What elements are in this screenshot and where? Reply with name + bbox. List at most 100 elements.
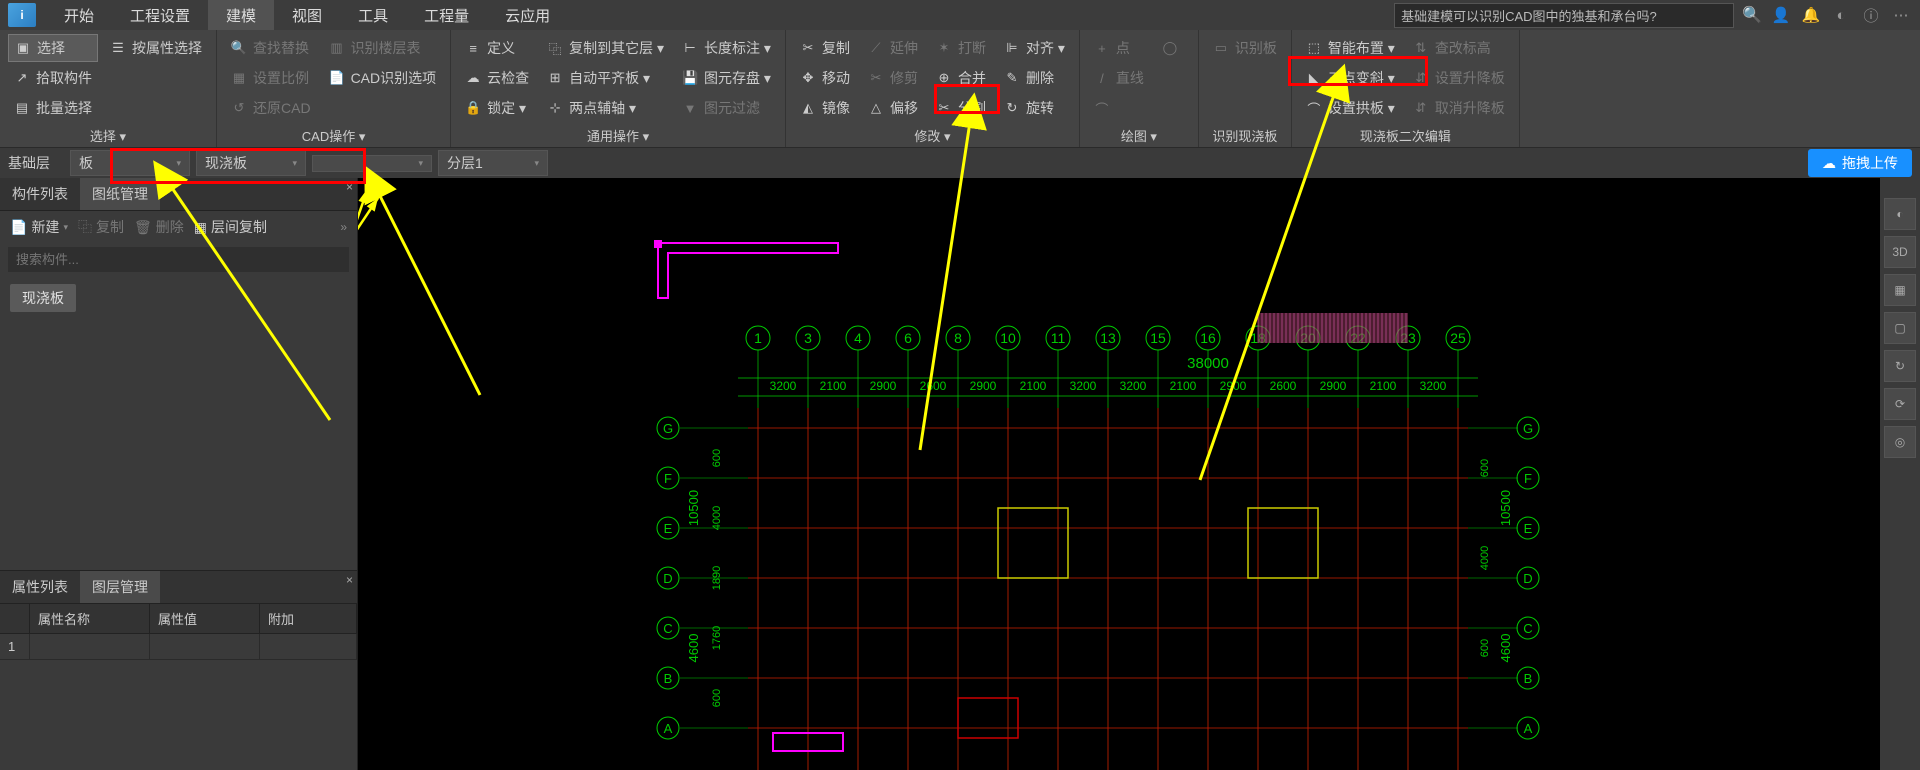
bell-icon[interactable]: 🔔	[1800, 4, 1822, 26]
ribbon-group-label[interactable]: CAD操作 ▾	[225, 124, 442, 145]
ribbon-group-label[interactable]: 通用操作 ▾	[459, 124, 777, 145]
tab-layer-mgmt[interactable]: 图层管理	[80, 571, 160, 603]
ribbon-取消升降板[interactable]: ⇵取消升降板	[1407, 94, 1511, 122]
combo-component[interactable]	[312, 155, 432, 172]
top-menubar: i 开始 工程设置 建模 视图 工具 工程量 云应用 基础建模可以识别CAD图中…	[0, 0, 1920, 30]
ribbon-直线[interactable]: /直线	[1088, 64, 1150, 92]
ribbon-锁定 ▾[interactable]: 🔒锁定 ▾	[459, 94, 535, 122]
ribbon-图元存盘 ▾[interactable]: 💾图元存盘 ▾	[676, 64, 777, 92]
ribbon-group-label[interactable]: 修改 ▾	[794, 124, 1071, 145]
ribbon-分割[interactable]: ✂分割	[930, 94, 992, 122]
ribbon-定义[interactable]: ≡定义	[459, 34, 535, 62]
menu-view[interactable]: 视图	[274, 0, 340, 30]
ribbon-复制到其它层 ▾[interactable]: ⿻复制到其它层 ▾	[541, 34, 670, 62]
svg-text:G: G	[1523, 421, 1533, 436]
ribbon-icon: ⌒	[1306, 100, 1322, 116]
property-row[interactable]: 1	[0, 634, 357, 660]
menu-modeling[interactable]: 建模	[208, 0, 274, 30]
ribbon-智能布置 ▾[interactable]: ⬚智能布置 ▾	[1300, 34, 1401, 62]
view-target-icon[interactable]: ◎	[1884, 426, 1916, 458]
view-rotate-ccw-icon[interactable]: ⟳	[1884, 388, 1916, 420]
combo-subcategory[interactable]: 现浇板	[196, 150, 306, 176]
svg-text:600: 600	[711, 449, 723, 467]
ribbon-批量选择[interactable]: ▤批量选择	[8, 94, 98, 122]
menu-tools[interactable]: 工具	[340, 0, 406, 30]
skin-icon[interactable]: ◐	[1830, 4, 1852, 26]
ribbon-icon: 🔍	[231, 40, 247, 56]
ribbon-旋转[interactable]: ↻旋转	[998, 94, 1071, 122]
component-item[interactable]: 现浇板	[10, 284, 76, 312]
ribbon-识别板[interactable]: ▭识别板	[1207, 34, 1283, 62]
ribbon-三点变斜 ▾[interactable]: ◣三点变斜 ▾	[1300, 64, 1401, 92]
delete-icon: 🗑	[134, 219, 152, 236]
ribbon-查找替换[interactable]: 🔍查找替换	[225, 34, 317, 62]
ribbon-icon: 📄	[329, 70, 345, 86]
ribbon-图元过滤[interactable]: ▼图元过滤	[676, 94, 777, 122]
menu-cloud[interactable]: 云应用	[487, 0, 568, 30]
ribbon-偏移[interactable]: △偏移	[862, 94, 924, 122]
user-icon[interactable]: 👤	[1770, 4, 1792, 26]
ribbon-修剪[interactable]: ✂修剪	[862, 64, 924, 92]
ribbon-group-label[interactable]: 选择 ▾	[8, 124, 208, 145]
view-sphere-icon[interactable]: ◐	[1884, 198, 1916, 230]
ribbon-两点辅轴 ▾[interactable]: ⊹两点辅轴 ▾	[541, 94, 670, 122]
interlayer-copy-button[interactable]: ▦层间复制	[194, 217, 267, 237]
lower-panel-close-icon[interactable]: ×	[346, 573, 353, 587]
ribbon-设置升降板[interactable]: ⇵设置升降板	[1407, 64, 1511, 92]
ribbon-设置拱板 ▾[interactable]: ⌒设置拱板 ▾	[1300, 94, 1401, 122]
ribbon-删除[interactable]: ✎删除	[998, 64, 1071, 92]
ribbon-长度标注 ▾[interactable]: ⊢长度标注 ▾	[676, 34, 777, 62]
view-box-icon[interactable]: ▢	[1884, 312, 1916, 344]
ribbon-拾取构件[interactable]: ↗拾取构件	[8, 64, 98, 92]
ribbon-group-label[interactable]: 现浇板二次编辑	[1300, 124, 1511, 145]
col-prop-value: 属性值	[150, 604, 260, 633]
ribbon-还原CAD[interactable]: ↺还原CAD	[225, 94, 317, 122]
tab-properties[interactable]: 属性列表	[0, 571, 80, 603]
ribbon-点[interactable]: +点	[1088, 34, 1150, 62]
panel-close-icon[interactable]: ×	[346, 180, 353, 194]
menu-start[interactable]: 开始	[46, 0, 112, 30]
combo-layer[interactable]: 分层1	[438, 150, 548, 176]
help-search[interactable]: 基础建模可以识别CAD图中的独基和承台吗?	[1394, 3, 1734, 28]
ribbon-icon: ◯	[1162, 40, 1178, 56]
ribbon-btn[interactable]: ⌒	[1088, 94, 1150, 122]
ribbon-打断[interactable]: ✶打断	[930, 34, 992, 62]
search-input[interactable]	[8, 247, 349, 272]
ribbon: ▣选择↗拾取构件▤批量选择 ☰按属性选择选择 ▾ 🔍查找替换▦设置比例↺还原CAD ▥…	[0, 30, 1920, 148]
ribbon-按属性选择[interactable]: ☰按属性选择	[104, 34, 208, 62]
ribbon-btn[interactable]: ◯	[1156, 34, 1190, 62]
drawing-canvas[interactable]: 1346810111315161820222325380003200210029…	[358, 178, 1880, 770]
copy-button[interactable]: ⿻复制	[78, 217, 124, 237]
combo-category[interactable]: 板	[70, 150, 190, 176]
ribbon-选择[interactable]: ▣选择	[8, 34, 98, 62]
menu-project-settings[interactable]: 工程设置	[112, 0, 208, 30]
more-icon[interactable]: »	[340, 220, 347, 234]
search-icon[interactable]: 🔍	[1742, 5, 1762, 25]
drag-upload-button[interactable]: ☁ 拖拽上传	[1808, 149, 1912, 177]
ribbon-移动[interactable]: ✥移动	[794, 64, 856, 92]
ribbon-CAD识别选项[interactable]: 📄CAD识别选项	[323, 64, 443, 92]
view-3d-icon[interactable]: 3D	[1884, 236, 1916, 268]
view-grid-icon[interactable]: ▦	[1884, 274, 1916, 306]
ribbon-对齐 ▾[interactable]: ⊫对齐 ▾	[998, 34, 1071, 62]
info-icon[interactable]: ⓘ	[1860, 4, 1882, 26]
tab-drawing-mgmt[interactable]: 图纸管理	[80, 178, 160, 210]
ribbon-自动平齐板 ▾[interactable]: ⊞自动平齐板 ▾	[541, 64, 670, 92]
ribbon-设置比例[interactable]: ▦设置比例	[225, 64, 317, 92]
ribbon-group-label[interactable]: 识别现浇板	[1207, 124, 1283, 145]
view-rotate-cw-icon[interactable]: ↻	[1884, 350, 1916, 382]
delete-button[interactable]: 🗑删除	[134, 217, 184, 237]
ribbon-查改标高[interactable]: ⇅查改标高	[1407, 34, 1511, 62]
ribbon-icon: ≡	[465, 40, 481, 56]
ribbon-识别楼层表[interactable]: ▥识别楼层表	[323, 34, 443, 62]
tab-component-list[interactable]: 构件列表	[0, 178, 80, 210]
menu-quantity[interactable]: 工程量	[406, 0, 487, 30]
ribbon-合并[interactable]: ⊕合并	[930, 64, 992, 92]
ribbon-延伸[interactable]: ⟋延伸	[862, 34, 924, 62]
more-icon[interactable]: ⋯	[1890, 4, 1912, 26]
ribbon-复制[interactable]: ✂复制	[794, 34, 856, 62]
ribbon-云检查[interactable]: ☁云检查	[459, 64, 535, 92]
new-button[interactable]: 📄新建 ▾	[10, 217, 68, 237]
ribbon-镜像[interactable]: ◭镜像	[794, 94, 856, 122]
ribbon-group-label[interactable]: 绘图 ▾	[1088, 124, 1190, 145]
